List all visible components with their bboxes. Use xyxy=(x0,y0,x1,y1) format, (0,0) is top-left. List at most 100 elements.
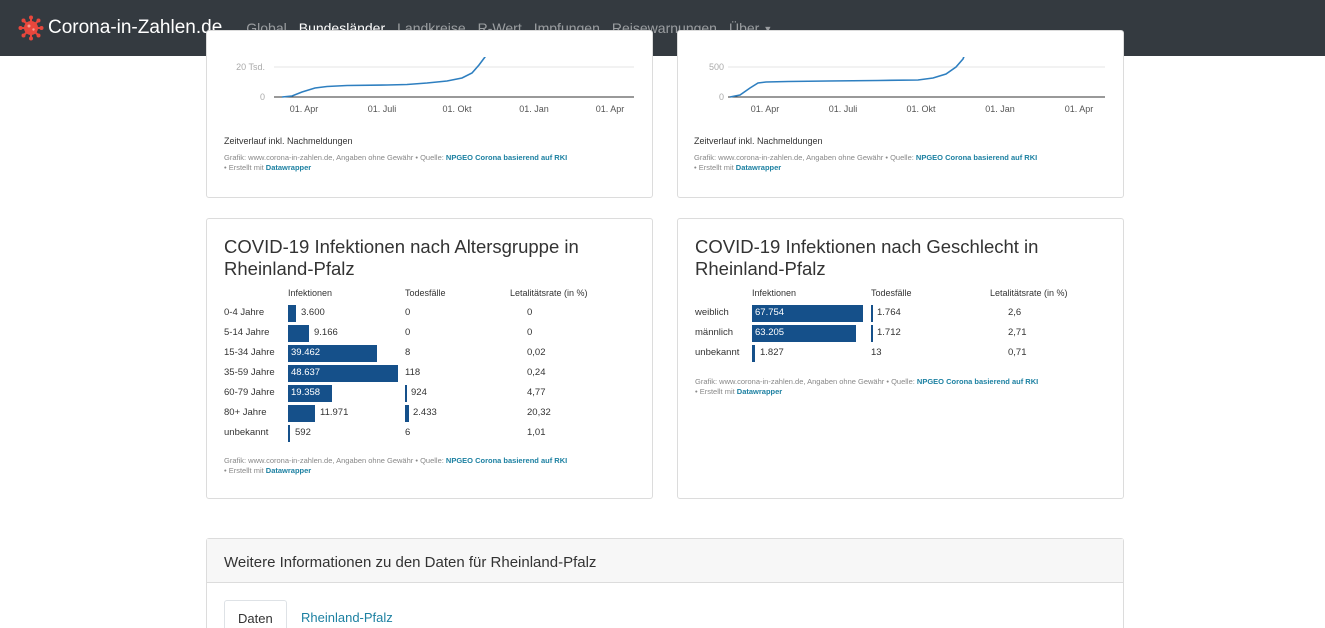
infections-value: 9.166 xyxy=(314,327,338,338)
y-tick: 0 xyxy=(719,92,724,102)
row-label: 5-14 Jahre xyxy=(224,327,270,338)
brand-name: Corona-in-Zahlen.de xyxy=(48,17,223,38)
timeline-chart-right: 500 0 01. Apr 01. Juli 01. Okt 01. Jan 0… xyxy=(709,57,1105,114)
info-panel-title: Weitere Informationen zu den Daten für R… xyxy=(224,554,597,571)
x-tick: 01. Juli xyxy=(368,104,397,114)
virus-icon xyxy=(18,15,44,41)
deaths-value: 8 xyxy=(405,347,411,358)
col-deaths: Todesfälle xyxy=(405,288,446,298)
series-line xyxy=(729,57,965,98)
row-label: unbekannt xyxy=(695,347,740,358)
datawrapper-link[interactable]: Datawrapper xyxy=(266,466,311,475)
col-infections: Infektionen xyxy=(288,288,333,298)
chart-note: Zeitverlauf inkl. Nachmeldungen xyxy=(224,136,353,146)
x-tick: 01. Jan xyxy=(985,104,1015,114)
timeline-card-right: 500 0 01. Apr 01. Juli 01. Okt 01. Jan 0… xyxy=(677,30,1124,198)
infections-bar xyxy=(288,405,315,422)
x-tick: 01. Apr xyxy=(596,104,625,114)
deaths-value: 1.712 xyxy=(877,327,901,338)
infections-bar xyxy=(288,325,309,342)
y-tick: 0 xyxy=(260,92,265,102)
source-link[interactable]: NPGEO Corona basierend auf RKI xyxy=(916,153,1037,162)
rate-value: 4,77 xyxy=(527,387,546,398)
x-tick: 01. Okt xyxy=(906,104,936,114)
datawrapper-link[interactable]: Datawrapper xyxy=(737,387,782,396)
deaths-value: 924 xyxy=(411,387,427,398)
deaths-bar xyxy=(405,405,409,422)
card-title: COVID-19 Infektionen nach Altersgruppe i… xyxy=(224,236,579,279)
source-link[interactable]: NPGEO Corona basierend auf RKI xyxy=(446,153,567,162)
x-tick: 01. Apr xyxy=(290,104,319,114)
rate-value: 2,6 xyxy=(1008,307,1022,318)
row-label: 0-4 Jahre xyxy=(224,307,265,318)
rate-value: 1,01 xyxy=(527,427,546,438)
x-tick: 01. Juli xyxy=(829,104,858,114)
datawrapper-link[interactable]: Datawrapper xyxy=(736,163,781,172)
deaths-bar xyxy=(871,325,873,342)
deaths-bar xyxy=(871,305,873,322)
deaths-bar xyxy=(405,385,407,402)
rate-value: 20,32 xyxy=(527,407,551,418)
source-link[interactable]: NPGEO Corona basierend auf RKI xyxy=(917,377,1038,386)
chart-credit: Grafik: www.corona-in-zahlen.de, Angaben… xyxy=(694,153,1038,172)
brand-link[interactable]: Corona-in-Zahlen.de xyxy=(18,15,222,41)
rate-value: 0 xyxy=(527,327,533,338)
deaths-value: 0 xyxy=(405,327,411,338)
infections-value: 19.358 xyxy=(291,387,321,398)
x-tick: 01. Apr xyxy=(751,104,780,114)
info-panel: Weitere Informationen zu den Daten für R… xyxy=(206,538,1124,628)
tab-daten[interactable]: Daten xyxy=(224,600,287,628)
chart-credit: Grafik: www.corona-in-zahlen.de, Angaben… xyxy=(695,377,1039,396)
infections-bar xyxy=(288,305,296,322)
chart-credit: Grafik: www.corona-in-zahlen.de, Angaben… xyxy=(224,456,568,475)
row-label: weiblich xyxy=(695,307,729,318)
infections-value: 3.600 xyxy=(301,307,325,318)
row-label: männlich xyxy=(695,327,734,338)
row-label: unbekannt xyxy=(224,427,269,438)
rate-value: 0,71 xyxy=(1008,347,1027,358)
timeline-chart-left: 20 Tsd. 0 01. Apr 01. Juli 01. Okt 01. J… xyxy=(236,57,634,114)
deaths-value: 1.764 xyxy=(877,307,901,318)
rate-value: 0,24 xyxy=(527,367,546,378)
deaths-value: 6 xyxy=(405,427,411,438)
x-tick: 01. Apr xyxy=(1065,104,1094,114)
infections-value: 11.971 xyxy=(320,407,349,418)
col-deaths: Todesfälle xyxy=(871,288,912,298)
deaths-value: 0 xyxy=(405,307,411,318)
deaths-value: 118 xyxy=(405,367,421,378)
sex-card: COVID-19 Infektionen nach Geschlecht in R… xyxy=(677,218,1124,499)
col-infections: Infektionen xyxy=(752,288,797,298)
deaths-value: 13 xyxy=(871,347,882,358)
age-group-card: COVID-19 Infektionen nach Altersgruppe i… xyxy=(206,218,653,499)
infections-value: 592 xyxy=(295,427,311,438)
x-tick: 01. Okt xyxy=(442,104,472,114)
series-line xyxy=(281,57,486,98)
deaths-value: 2.433 xyxy=(413,407,437,418)
infections-bar xyxy=(288,425,290,442)
infections-value: 1.827 xyxy=(760,347,784,358)
y-tick: 20 Tsd. xyxy=(236,62,265,72)
source-link[interactable]: NPGEO Corona basierend auf RKI xyxy=(446,456,567,465)
rate-value: 0,02 xyxy=(527,347,546,358)
info-panel-header: Weitere Informationen zu den Daten für R… xyxy=(207,539,1123,583)
x-tick: 01. Jan xyxy=(519,104,549,114)
card-title: COVID-19 Infektionen nach Geschlecht in R… xyxy=(695,236,1039,279)
row-label: 80+ Jahre xyxy=(224,407,267,418)
col-rate: Letalitätsrate (in %) xyxy=(990,288,1068,298)
infections-value: 48.637 xyxy=(291,367,321,378)
row-label: 35-59 Jahre xyxy=(224,367,275,378)
infections-bar xyxy=(752,345,755,362)
infections-value: 63.205 xyxy=(755,327,785,338)
row-label: 60-79 Jahre xyxy=(224,387,275,398)
col-rate: Letalitätsrate (in %) xyxy=(510,288,588,298)
datawrapper-link[interactable]: Datawrapper xyxy=(266,163,311,172)
infections-value: 39.462 xyxy=(291,347,321,358)
tab-rheinland-pfalz[interactable]: Rheinland-Pfalz xyxy=(301,610,393,625)
row-label: 15-34 Jahre xyxy=(224,347,275,358)
timeline-card-left: 20 Tsd. 0 01. Apr 01. Juli 01. Okt 01. J… xyxy=(206,30,653,198)
top-navbar: Corona-in-Zahlen.de Global Bundesländer … xyxy=(0,0,1325,56)
y-tick: 500 xyxy=(709,62,724,72)
chart-credit: Grafik: www.corona-in-zahlen.de, Angaben… xyxy=(224,153,568,172)
rate-value: 2,71 xyxy=(1008,327,1027,338)
chart-note: Zeitverlauf inkl. Nachmeldungen xyxy=(694,136,823,146)
